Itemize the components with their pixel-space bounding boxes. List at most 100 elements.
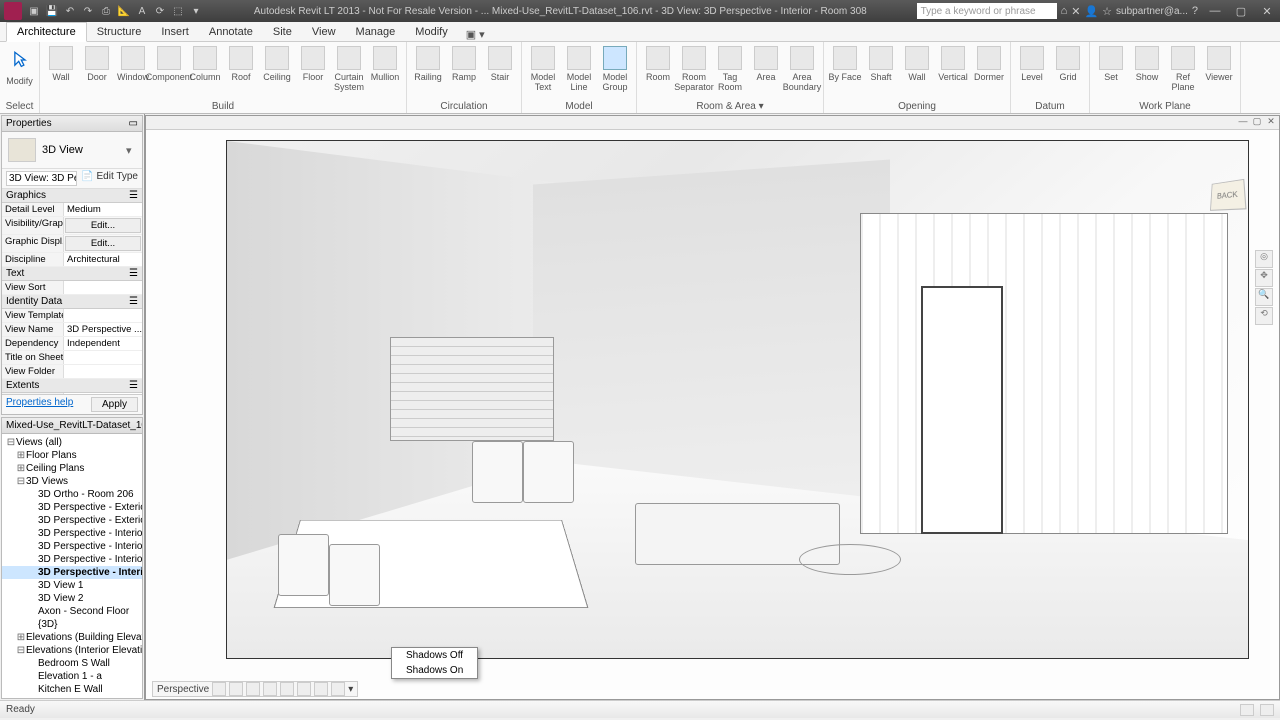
tree-node[interactable]: ⊟3D Views	[2, 475, 142, 488]
tool-roof[interactable]: Roof	[224, 44, 258, 82]
view-close-icon[interactable]: ✕	[1265, 116, 1277, 128]
sync-icon[interactable]: ⟳	[152, 3, 168, 19]
prop-row[interactable]: DisciplineArchitectural	[2, 253, 142, 267]
tool-component[interactable]: Component	[152, 44, 186, 82]
tree-node[interactable]: ⊞Ceiling Plans	[2, 462, 142, 475]
tool-dormer[interactable]: Dormer	[972, 44, 1006, 82]
tree-node[interactable]: Bedroom S Wall	[2, 657, 142, 670]
expand-icon[interactable]: ⊞	[16, 449, 26, 462]
tree-node[interactable]: Axon - Second Floor	[2, 605, 142, 618]
tree-node[interactable]: 3D Perspective - Interior	[2, 527, 142, 540]
measure-icon[interactable]: 📐	[116, 3, 132, 19]
print-icon[interactable]: ⎙	[98, 3, 114, 19]
visual-style-icon[interactable]	[229, 682, 243, 696]
tool-tag-room[interactable]: Tag Room	[713, 44, 747, 92]
tool-stair[interactable]: Stair	[483, 44, 517, 82]
tree-node[interactable]: Room 300	[2, 696, 142, 699]
shadows-off-item[interactable]: Shadows Off	[392, 648, 477, 663]
qat-dropdown-icon[interactable]: ▾	[188, 3, 204, 19]
favorite-icon[interactable]: ☆	[1102, 5, 1112, 18]
search-input[interactable]: Type a keyword or phrase	[917, 3, 1057, 19]
user-label[interactable]: subpartner@a...	[1116, 6, 1188, 17]
tab-structure[interactable]: Structure	[87, 23, 152, 41]
text-icon[interactable]: A	[134, 3, 150, 19]
tree-node[interactable]: 3D Perspective - Interior	[2, 540, 142, 553]
expand-icon[interactable]: ⊞	[16, 631, 26, 644]
exchange-icon[interactable]: ✕	[1071, 5, 1080, 18]
help-icon[interactable]: ?	[1192, 5, 1198, 17]
tool-wall[interactable]: Wall	[44, 44, 78, 82]
detail-level-icon[interactable]	[212, 682, 226, 696]
modify-tool[interactable]: Modify	[4, 44, 35, 86]
tree-node[interactable]: 3D View 2	[2, 592, 142, 605]
tab-modify[interactable]: Modify	[405, 23, 457, 41]
view-minimize-icon[interactable]: —	[1237, 116, 1249, 128]
tool-shaft[interactable]: Shaft	[864, 44, 898, 82]
app-icon[interactable]	[4, 2, 22, 20]
tool-room-separator[interactable]: Room Separator	[677, 44, 711, 92]
undo-icon[interactable]: ↶	[62, 3, 78, 19]
3d-canvas[interactable]: BACK ◎ ✥ 🔍 ⟲ Shadows Off Shadows On Pers…	[146, 130, 1279, 699]
tree-node[interactable]: {3D}	[2, 618, 142, 631]
properties-help-link[interactable]: Properties help	[6, 397, 73, 412]
type-selector[interactable]: 3D View ▾	[2, 132, 142, 168]
tool-model-line[interactable]: Model Line	[562, 44, 596, 92]
render-icon[interactable]	[280, 682, 294, 696]
prop-row[interactable]: View Name3D Perspective ...	[2, 323, 142, 337]
tool-model-text[interactable]: Model Text	[526, 44, 560, 92]
tool-column[interactable]: Column	[188, 44, 222, 82]
tool-ref-plane[interactable]: Ref Plane	[1166, 44, 1200, 92]
save-icon[interactable]: 💾	[44, 3, 60, 19]
tree-node[interactable]: 3D View 1	[2, 579, 142, 592]
tab-annotate[interactable]: Annotate	[199, 23, 263, 41]
crop-icon[interactable]	[297, 682, 311, 696]
tool-room[interactable]: Room	[641, 44, 675, 82]
vcb-chevron-icon[interactable]: ▾	[348, 684, 353, 695]
tool-mullion[interactable]: Mullion	[368, 44, 402, 82]
crop-region-icon[interactable]	[314, 682, 328, 696]
tool-area-boundary[interactable]: Area Boundary	[785, 44, 819, 92]
prop-row[interactable]: View Folder	[2, 365, 142, 379]
tool-ramp[interactable]: Ramp	[447, 44, 481, 82]
zoom-icon[interactable]: 🔍	[1255, 288, 1273, 306]
tool-curtain-system[interactable]: Curtain System	[332, 44, 366, 92]
instance-dropdown[interactable]: 3D View: 3D Perspe	[6, 171, 77, 186]
prop-row[interactable]: Graphic Displ...Edit...	[2, 235, 142, 253]
context-tool[interactable]: ▣ ▾	[466, 28, 485, 41]
maximize-button[interactable]: ▢	[1228, 2, 1254, 20]
open-icon[interactable]: ▣	[26, 3, 42, 19]
expand-icon[interactable]: ⊟	[16, 475, 26, 488]
expand-icon[interactable]: ⊟	[6, 436, 16, 449]
tree-node[interactable]: 3D Perspective - Exterio	[2, 501, 142, 514]
tree-node[interactable]: ⊟Elevations (Interior Elevation	[2, 644, 142, 657]
tool-wall[interactable]: Wall	[900, 44, 934, 82]
tab-insert[interactable]: Insert	[151, 23, 199, 41]
browser-title[interactable]: Mixed-Use_RevitLT-Dataset_106.rvt ...	[2, 418, 142, 434]
scale-label[interactable]: Perspective	[157, 684, 209, 695]
orbit-icon[interactable]: ⟲	[1255, 307, 1273, 325]
tool-grid[interactable]: Grid	[1051, 44, 1085, 82]
tool-ceiling[interactable]: Ceiling	[260, 44, 294, 82]
tool-floor[interactable]: Floor	[296, 44, 330, 82]
prop-row[interactable]: Detail LevelMedium	[2, 203, 142, 217]
tab-view[interactable]: View	[302, 23, 346, 41]
prop-row[interactable]: Visibility/Grap...Edit...	[2, 217, 142, 235]
prop-category[interactable]: Text☰	[2, 267, 142, 281]
prop-category[interactable]: Graphics☰	[2, 189, 142, 203]
tab-site[interactable]: Site	[263, 23, 302, 41]
tree-node[interactable]: 3D Ortho - Room 206	[2, 488, 142, 501]
tree-node[interactable]: ⊟Views (all)	[2, 436, 142, 449]
expand-icon[interactable]: ⊟	[16, 644, 26, 657]
steering-wheel-icon[interactable]: ◎	[1255, 250, 1273, 268]
properties-title[interactable]: Properties ▭	[2, 116, 142, 132]
pan-icon[interactable]: ✥	[1255, 269, 1273, 287]
signin-icon[interactable]: 👤	[1084, 5, 1098, 18]
prop-category[interactable]: Identity Data☰	[2, 295, 142, 309]
prop-category[interactable]: Extents☰	[2, 379, 142, 393]
tree-node[interactable]: ⊞Elevations (Building Elevation	[2, 631, 142, 644]
tree-node[interactable]: Kitchen E Wall	[2, 683, 142, 696]
3d-icon[interactable]: ⬚	[170, 3, 186, 19]
tool-by-face[interactable]: By Face	[828, 44, 862, 82]
tool-viewer[interactable]: Viewer	[1202, 44, 1236, 82]
tool-show[interactable]: Show	[1130, 44, 1164, 82]
